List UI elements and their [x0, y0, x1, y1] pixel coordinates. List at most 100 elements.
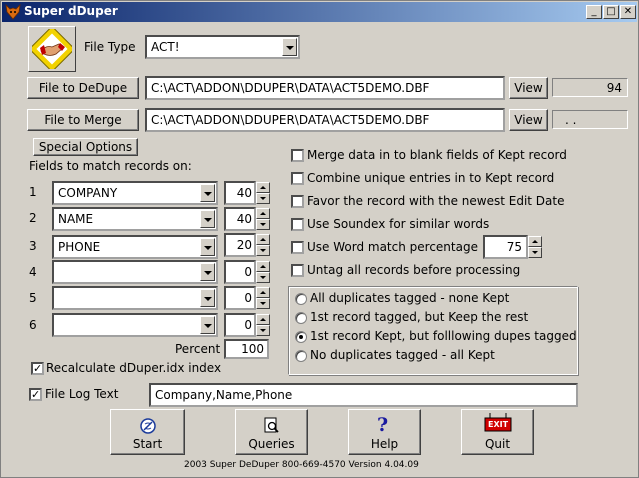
file-log-text-field[interactable]: Company,Name,Phone	[149, 383, 578, 407]
percent-label: Percent	[175, 342, 221, 356]
match-length-spinner[interactable]	[256, 261, 270, 283]
match-field-select[interactable]: COMPANY	[52, 181, 218, 205]
match-field-select[interactable]	[52, 286, 218, 310]
merge-path-field[interactable]: C:\ACT\ADDON\DDUPER\DATA\ACT5DEMO.DBF	[145, 108, 505, 132]
file-type-value: ACT!	[151, 40, 180, 54]
help-icon: ?	[377, 414, 389, 436]
option-label: Merge data in to blank fields of Kept re…	[307, 148, 567, 162]
match-length-input[interactable]: 0	[224, 260, 256, 284]
dedupe-record-count: 94	[552, 78, 628, 97]
option-checkbox[interactable]	[291, 241, 304, 254]
start-button[interactable]: Start	[110, 409, 185, 455]
quit-label: Quit	[484, 437, 511, 451]
recalc-checkbox[interactable]: ✓	[31, 362, 44, 375]
match-length-input[interactable]: 0	[224, 286, 256, 310]
checkmark-icon: ✓	[33, 362, 43, 375]
chevron-down-icon[interactable]	[282, 38, 297, 56]
checkmark-icon: ✓	[31, 388, 41, 401]
tag-mode-radio[interactable]	[295, 312, 307, 324]
match-length-input[interactable]: 20	[224, 233, 256, 257]
match-field-select[interactable]	[52, 260, 218, 284]
help-label: Help	[370, 437, 399, 451]
main-window: Super dDuper _ □ ✕ File Type ACT! File t…	[0, 0, 639, 478]
match-length-spinner[interactable]	[256, 208, 270, 230]
match-length-input[interactable]: 40	[224, 181, 256, 205]
option-label: Combine unique entries in to Kept record	[307, 171, 555, 185]
fields-to-match-label: Fields to match records on:	[29, 159, 192, 173]
close-button[interactable]: ✕	[620, 5, 636, 19]
logo-button[interactable]	[28, 26, 76, 72]
match-length-spinner[interactable]	[256, 234, 270, 256]
option-checkbox[interactable]	[291, 264, 304, 277]
word-match-spinner[interactable]	[528, 236, 542, 258]
maximize-button[interactable]: □	[603, 5, 619, 19]
app-fox-icon	[5, 4, 21, 20]
option-label: Use Word match percentage	[307, 240, 478, 254]
window-title: Super dDuper	[24, 4, 118, 18]
tag-mode-label: 1st record Kept, but folllowing dupes ta…	[310, 329, 577, 343]
queries-label: Queries	[248, 437, 295, 451]
chevron-down-icon[interactable]	[200, 289, 215, 307]
match-field-value: COMPANY	[58, 186, 118, 200]
option-checkbox[interactable]	[291, 195, 304, 208]
version-footer: 2003 Super DeDuper 800-669-4570 Version …	[184, 460, 419, 470]
handshake-logo-icon	[32, 29, 72, 69]
tag-mode-radio[interactable]	[295, 350, 307, 362]
exit-sign-text: EXIT	[488, 420, 509, 429]
match-length-input[interactable]: 0	[224, 313, 256, 337]
match-row-number: 4	[29, 265, 37, 279]
dedupe-view-button[interactable]: View	[509, 77, 548, 99]
match-length-spinner[interactable]	[256, 287, 270, 309]
match-row-number: 3	[29, 239, 37, 253]
recalc-label: Recalculate dDuper.idx index	[46, 361, 222, 375]
chevron-down-icon[interactable]	[200, 184, 215, 202]
match-field-select[interactable]: PHONE	[52, 235, 218, 259]
help-button[interactable]: ? Help	[348, 409, 421, 455]
queries-icon	[264, 417, 279, 433]
file-to-merge-button[interactable]: File to Merge	[27, 109, 139, 131]
chevron-down-icon[interactable]	[200, 210, 215, 228]
file-to-dedupe-button[interactable]: File to DeDupe	[27, 77, 139, 99]
match-field-value: PHONE	[58, 240, 101, 254]
tag-mode-label: No duplicates tagged - all Kept	[310, 348, 495, 362]
option-checkbox[interactable]	[291, 172, 304, 185]
title-bar: Super dDuper _ □ ✕	[2, 2, 637, 22]
match-field-select[interactable]: NAME	[52, 207, 218, 231]
match-field-select[interactable]	[52, 313, 218, 337]
word-match-percent-input[interactable]: 75	[483, 235, 528, 259]
match-row-number: 2	[29, 211, 37, 225]
chevron-down-icon[interactable]	[200, 238, 215, 256]
start-icon	[140, 418, 156, 434]
match-length-spinner[interactable]	[256, 314, 270, 336]
file-type-label: File Type	[84, 40, 136, 54]
file-log-label: File Log Text	[45, 387, 119, 401]
option-label: Favor the record with the newest Edit Da…	[307, 194, 565, 208]
special-options-button[interactable]: Special Options	[33, 138, 138, 156]
start-label: Start	[132, 437, 163, 451]
chevron-down-icon[interactable]	[200, 316, 215, 334]
dedupe-path-field[interactable]: C:\ACT\ADDON\DDUPER\DATA\ACT5DEMO.DBF	[145, 76, 505, 100]
quit-button[interactable]: EXIT Quit	[461, 409, 534, 455]
tag-mode-label: All duplicates tagged - none Kept	[310, 291, 510, 305]
match-field-value: NAME	[58, 212, 94, 226]
match-row-number: 1	[29, 185, 37, 199]
tag-mode-radio[interactable]	[295, 331, 307, 343]
tag-mode-radio[interactable]	[295, 293, 307, 305]
option-checkbox[interactable]	[291, 218, 304, 231]
merge-record-count: . .	[552, 110, 628, 129]
match-length-input[interactable]: 40	[224, 207, 256, 231]
match-row-number: 5	[29, 291, 37, 305]
match-length-spinner[interactable]	[256, 182, 270, 204]
merge-view-button[interactable]: View	[509, 109, 548, 131]
file-log-checkbox[interactable]: ✓	[29, 388, 42, 401]
queries-button[interactable]: Queries	[235, 409, 308, 455]
match-row-number: 6	[29, 318, 37, 332]
option-label: Use Soundex for similar words	[307, 217, 490, 231]
minimize-button[interactable]: _	[586, 5, 602, 19]
file-type-select[interactable]: ACT!	[145, 35, 300, 59]
percent-input[interactable]: 100	[224, 339, 269, 359]
tag-mode-label: 1st record tagged, but Keep the rest	[310, 310, 529, 324]
option-label: Untag all records before processing	[307, 263, 521, 277]
option-checkbox[interactable]	[291, 149, 304, 162]
chevron-down-icon[interactable]	[200, 263, 215, 281]
